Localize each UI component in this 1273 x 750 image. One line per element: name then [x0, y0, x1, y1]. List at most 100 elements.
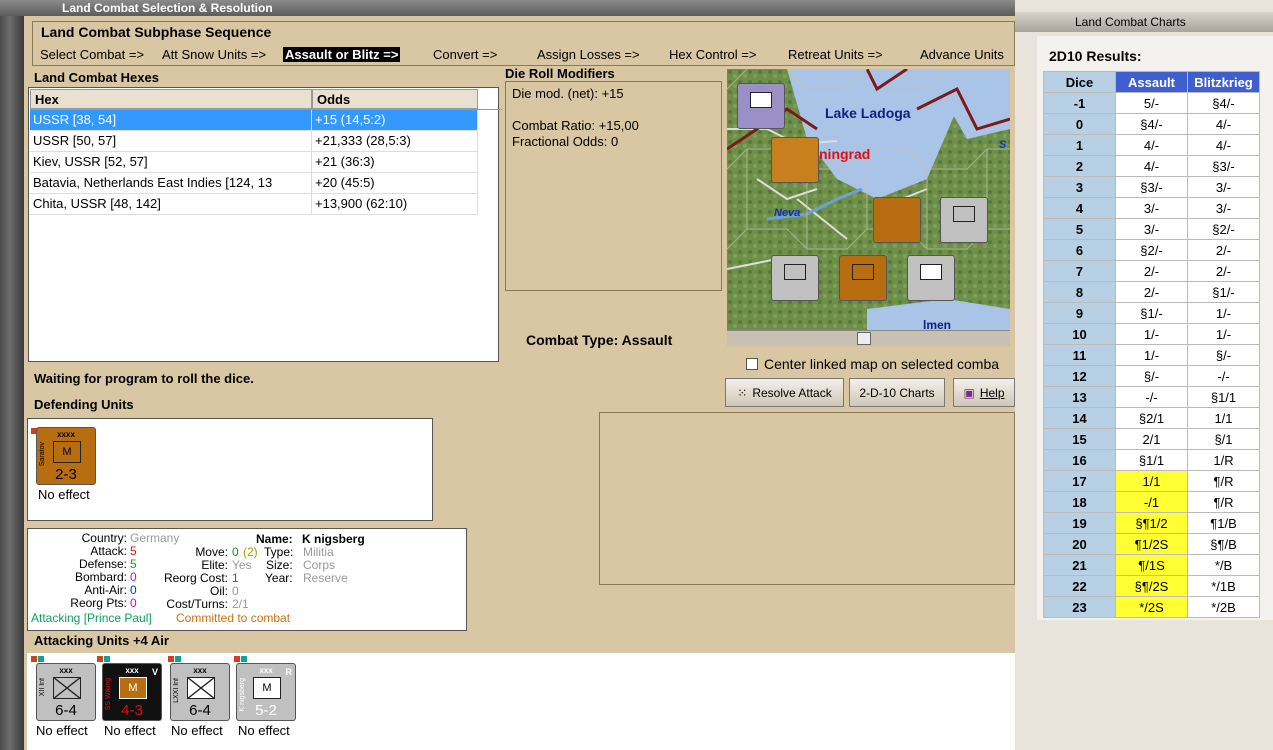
attacking-unit-effect: No effect: [104, 723, 156, 738]
blitzkrieg-cell: ¶/R: [1187, 470, 1260, 492]
attacking-unit-counter[interactable]: xxx V SS Wiking M 4-3: [102, 663, 162, 721]
unit-status-dot: [97, 656, 103, 662]
col-hex[interactable]: Hex: [30, 89, 312, 109]
reorgpts-label: Reorg Pts:: [70, 596, 127, 610]
unit-name: Saratov: [39, 442, 46, 467]
map-s-label: S: [999, 139, 1007, 151]
combat-ratio: Combat Ratio: +15,00: [512, 118, 639, 133]
col-odds[interactable]: Odds: [312, 89, 478, 109]
size-label: Size:: [266, 558, 293, 572]
hex-cell: Kiev, USSR [52, 57]: [30, 152, 312, 173]
map-counter[interactable]: [940, 197, 988, 243]
charts-button[interactable]: 2-D-10 Charts: [849, 378, 945, 407]
unit-strength: 4-3: [121, 702, 143, 719]
antiair-value: 0: [130, 583, 137, 597]
results-row: 11 1/- §/-: [1043, 344, 1260, 366]
unit-status-dot: [168, 656, 174, 662]
center-linked-label: Center linked map on selected comba: [764, 356, 1000, 372]
dice-cell: 17: [1043, 470, 1116, 492]
map-counter[interactable]: [771, 137, 819, 183]
table-row[interactable]: Chita, USSR [48, 142] +13,900 (62:10): [30, 194, 478, 215]
die-mod-net: Die mod. (net): +15: [512, 86, 624, 101]
table-row[interactable]: Batavia, Netherlands East Indies [124, 1…: [30, 173, 478, 194]
mech-symbol-icon: M: [119, 677, 147, 699]
blitzkrieg-cell: 3/-: [1187, 197, 1260, 219]
oil-label: Oil:: [210, 584, 228, 598]
map-counter[interactable]: [737, 83, 785, 129]
dice-cell: 18: [1043, 491, 1116, 513]
blitzkrieg-cell: ¶1/B: [1187, 512, 1260, 534]
dice-cell: -1: [1043, 92, 1116, 114]
dice-cell: 12: [1043, 365, 1116, 387]
resolve-attack-button[interactable]: ⁙ Resolve Attack: [725, 378, 844, 407]
attacking-unit-counter[interactable]: xxx LXXI Inf 6-4: [170, 663, 230, 721]
assault-cell: */2S: [1115, 596, 1188, 618]
hex-cell: USSR [50, 57]: [30, 131, 312, 152]
costturns-label: Cost/Turns:: [166, 597, 228, 611]
dice-cell: 5: [1043, 218, 1116, 240]
assault-cell: 1/1: [1115, 470, 1188, 492]
country-label: Country:: [81, 531, 127, 545]
blitzkrieg-cell: §2/-: [1187, 218, 1260, 240]
dice-cell: 10: [1043, 323, 1116, 345]
bombard-label: Bombard:: [74, 570, 127, 584]
col-assault: Assault: [1115, 71, 1188, 93]
map-counter[interactable]: [873, 197, 921, 243]
center-linked-toggle[interactable]: Center linked map on selected comba: [746, 356, 999, 372]
results-row: 6 §2/- 2/-: [1043, 239, 1260, 261]
linked-map[interactable]: Lake Ladoga ningrad Neva lmen od N S: [727, 69, 1010, 346]
results-row: 22 §¶/2S */1B: [1043, 575, 1260, 597]
results-row: 12 §/- -/-: [1043, 365, 1260, 387]
center-linked-checkbox[interactable]: [746, 358, 758, 370]
dice-cell: 8: [1043, 281, 1116, 303]
results-row: 2 4/- §3/-: [1043, 155, 1260, 177]
results-body: -1 5/- §4/- 0 §4/- 4/- 1 4/- 4/- 2 4/- §3/- 3 §3/- 3/-…: [1043, 92, 1260, 618]
blitzkrieg-cell: 1/1: [1187, 407, 1260, 429]
window-frame: [0, 16, 24, 750]
attacking-unit-counter[interactable]: xxx XII Inf 6-4: [36, 663, 96, 721]
defending-title: Defending Units: [34, 397, 134, 412]
results-row: 8 2/- §1/-: [1043, 281, 1260, 303]
hex-cell: Chita, USSR [48, 142]: [30, 194, 312, 215]
reorgcost-value: 1: [232, 571, 239, 585]
results-row: 19 §¶1/2 ¶1/B: [1043, 512, 1260, 534]
table-row[interactable]: USSR [50, 57] +21,333 (28,5:3): [30, 131, 478, 152]
map-city-label: ningrad: [819, 146, 871, 162]
map-counter[interactable]: [907, 255, 955, 301]
table-row[interactable]: Kiev, USSR [52, 57] +21 (36:3): [30, 152, 478, 173]
subphase-title: Land Combat Subphase Sequence: [41, 24, 272, 40]
year-value: Reserve: [303, 571, 348, 585]
results-row: 15 2/1 §/1: [1043, 428, 1260, 450]
dice-cell: 22: [1043, 575, 1116, 597]
assault-cell: 3/-: [1115, 218, 1188, 240]
map-scrollbar[interactable]: [727, 330, 1010, 346]
unit-size: xxx: [193, 666, 207, 675]
help-button[interactable]: ▣ Help: [953, 378, 1015, 407]
assault-cell: §/-: [1115, 365, 1188, 387]
attacking-unit-effect: No effect: [36, 723, 88, 738]
map-counter[interactable]: [771, 255, 819, 301]
reorgcost-label: Reorg Cost:: [163, 571, 228, 585]
dice-cell: 14: [1043, 407, 1116, 429]
results-row: 14 §2/1 1/1: [1043, 407, 1260, 429]
assault-cell: §2/-: [1115, 239, 1188, 261]
odds-cell: +21 (36:3): [312, 152, 478, 173]
step-convert: Convert =>: [433, 47, 498, 62]
results-table: Dice Assault Blitzkrieg -1 5/- §4/- 0 §4/- 4/…: [1043, 71, 1260, 618]
defending-unit-counter[interactable]: xxxx Saratov M 2-3: [36, 427, 96, 485]
attacking-title: Attacking Units +4 Air: [34, 633, 169, 648]
map-scrollbar-thumb[interactable]: [857, 332, 871, 345]
unit-name: XII Inf: [39, 678, 46, 697]
odds-cell: +15 (14,5:2): [312, 110, 478, 131]
attacking-note: Attacking [Prince Paul]: [31, 611, 152, 625]
table-row[interactable]: USSR [38, 54] +15 (14,5:2): [30, 110, 478, 131]
results-row: 23 */2S */2B: [1043, 596, 1260, 618]
charts-window-title: Land Combat Charts: [1015, 12, 1273, 32]
attacking-unit-counter[interactable]: xxx R K nigsberg M 5-2: [236, 663, 296, 721]
map-counter[interactable]: [839, 255, 887, 301]
unit-corner: V: [151, 667, 158, 677]
step-select-combat: Select Combat =>: [40, 47, 145, 62]
step-att-snow-units: Att Snow Units =>: [162, 47, 267, 62]
blitzkrieg-cell: §3/-: [1187, 155, 1260, 177]
book-icon: ▣: [963, 385, 975, 400]
